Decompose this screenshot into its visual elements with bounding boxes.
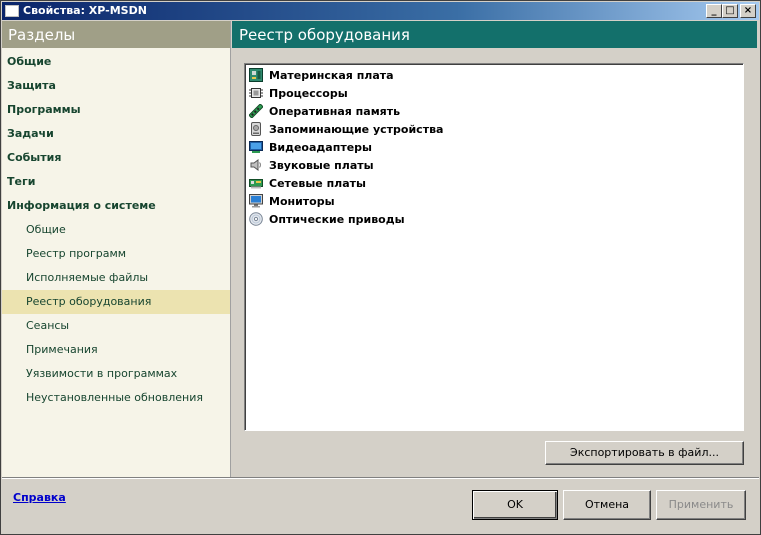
- list-item[interactable]: Оперативная память: [248, 102, 743, 120]
- help-link[interactable]: Справка: [13, 491, 66, 504]
- sidebar-item[interactable]: Реестр программ: [2, 242, 230, 266]
- sidebar-item[interactable]: Уязвимости в программах: [2, 362, 230, 386]
- hardware-list[interactable]: Материнская плата Процессоры Оперативная п…: [244, 63, 744, 431]
- video-adapter-icon: [248, 139, 264, 155]
- list-item[interactable]: Запоминающие устройства: [248, 120, 743, 138]
- sidebar-item[interactable]: Неустановленные обновления: [2, 386, 230, 410]
- maximize-button[interactable]: □: [722, 4, 738, 18]
- list-item-label: Звуковые платы: [269, 158, 374, 172]
- panel-header: Реестр оборудования: [232, 21, 757, 48]
- list-item[interactable]: Материнская плата: [248, 66, 743, 84]
- speaker-icon: [248, 157, 264, 173]
- sidebar-header: Разделы: [2, 21, 230, 48]
- window-icon[interactable]: [5, 5, 19, 17]
- list-item-label: Оптические приводы: [269, 212, 405, 226]
- sidebar-item[interactable]: Реестр оборудования: [2, 290, 230, 314]
- sidebar-item[interactable]: Информация о системе: [2, 194, 230, 218]
- properties-window: Свойства: XP-MSDN _ □ × Разделы Общие Защ…: [0, 0, 761, 535]
- monitor-icon: [248, 193, 264, 209]
- sidebar-item[interactable]: Программы: [2, 98, 230, 122]
- motherboard-icon: [248, 67, 264, 83]
- footer-divider: [2, 477, 759, 479]
- sidebar-item[interactable]: Сеансы: [2, 314, 230, 338]
- cancel-button[interactable]: Отмена: [563, 490, 651, 520]
- list-item-label: Оперативная память: [269, 104, 401, 118]
- close-button[interactable]: ×: [740, 4, 756, 18]
- storage-icon: [248, 121, 264, 137]
- list-item[interactable]: Оптические приводы: [248, 210, 743, 228]
- list-item[interactable]: Видеоадаптеры: [248, 138, 743, 156]
- list-item-label: Запоминающие устройства: [269, 122, 444, 136]
- list-item[interactable]: Мониторы: [248, 192, 743, 210]
- minimize-button[interactable]: _: [706, 4, 722, 18]
- list-item[interactable]: Сетевые платы: [248, 174, 743, 192]
- sidebar-item[interactable]: События: [2, 146, 230, 170]
- sidebar-item[interactable]: Исполняемые файлы: [2, 266, 230, 290]
- sections-list: Общие Защита Программы Задачи События Теги Инф…: [2, 48, 230, 410]
- export-to-file-button[interactable]: Экспортировать в файл...: [545, 441, 744, 465]
- cpu-icon: [248, 85, 264, 101]
- list-item[interactable]: Процессоры: [248, 84, 743, 102]
- sidebar-item[interactable]: Общие: [2, 50, 230, 74]
- sidebar-item[interactable]: Общие: [2, 218, 230, 242]
- sidebar-item[interactable]: Защита: [2, 74, 230, 98]
- memory-icon: [248, 103, 264, 119]
- list-item-label: Сетевые платы: [269, 176, 366, 190]
- window-title: Свойства: XP-MSDN: [23, 4, 147, 17]
- apply-button[interactable]: Применить: [656, 490, 746, 520]
- list-item[interactable]: Звуковые платы: [248, 156, 743, 174]
- sidebar-item[interactable]: Задачи: [2, 122, 230, 146]
- list-item-label: Мониторы: [269, 194, 335, 208]
- sections-sidebar: Разделы Общие Защита Программы Задачи Событи…: [2, 21, 231, 477]
- optical-disc-icon: [248, 211, 264, 227]
- sidebar-item[interactable]: Теги: [2, 170, 230, 194]
- sidebar-item[interactable]: Примечания: [2, 338, 230, 362]
- list-item-label: Процессоры: [269, 86, 348, 100]
- ok-button[interactable]: OK: [472, 490, 558, 520]
- list-item-label: Видеоадаптеры: [269, 140, 372, 154]
- title-bar[interactable]: Свойства: XP-MSDN _ □ ×: [2, 2, 759, 20]
- network-card-icon: [248, 175, 264, 191]
- list-item-label: Материнская плата: [269, 68, 394, 82]
